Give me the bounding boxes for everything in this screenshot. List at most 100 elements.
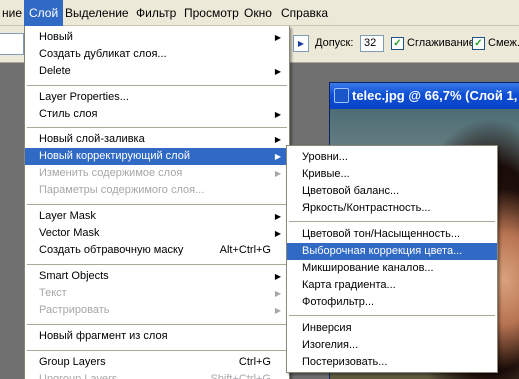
menu-bar: ние Слой Выделение Фильтр Просмотр Окно … — [0, 0, 519, 26]
menu-item-ungroup-layers[interactable]: Ungroup Layers Shift+Ctrl+G — [25, 371, 289, 379]
menu-item-delete[interactable]: Delete ▶ — [25, 63, 289, 80]
menu-item-label: Новый фрагмент из слоя — [39, 330, 168, 342]
document-title-bar[interactable]: telec.jpg @ 66,7% (Слой 1, — [330, 83, 519, 109]
menu-separator — [27, 350, 287, 351]
adjustment-layer-submenu: Уровни... Кривые... Цветовой баланс... Я… — [286, 145, 498, 373]
submenu-item-curves[interactable]: Кривые... — [287, 166, 497, 183]
menu-item-label: Яркость/Контрастность... — [302, 202, 431, 214]
menu-item-layer-properties[interactable]: Layer Properties... — [25, 89, 289, 106]
menu-item-smart-objects[interactable]: Smart Objects ▶ — [25, 268, 289, 285]
menu-item-label: Изогелия... — [302, 339, 359, 351]
menu-filter[interactable]: Фильтр — [131, 0, 181, 26]
antialias-label: Сглаживание — [407, 37, 475, 49]
play-arrow-icon[interactable]: ▶ — [293, 35, 309, 52]
menu-item-layer-style[interactable]: Стиль слоя ▶ — [25, 106, 289, 123]
submenu-item-selective-color[interactable]: Выборочная коррекция цвета... — [287, 243, 497, 260]
menu-item-vector-mask[interactable]: Vector Mask ▶ — [25, 225, 289, 242]
contiguous-label: Смеж.п — [488, 37, 519, 49]
menu-item-label: Цветовой тон/Насыщенность... — [302, 228, 461, 240]
menu-item-label: Параметры содержимого слоя... — [39, 184, 205, 196]
menu-separator — [27, 324, 287, 325]
menu-item-label: Ungroup Layers — [39, 373, 118, 379]
menu-item-type[interactable]: Текст ▶ — [25, 285, 289, 302]
submenu-item-photo-filter[interactable]: Фотофильтр... — [287, 294, 497, 311]
tolerance-label: Допуск: — [315, 37, 354, 49]
menu-item-layer-content-options[interactable]: Параметры содержимого слоя... — [25, 182, 289, 199]
menu-layer[interactable]: Слой — [24, 0, 64, 26]
contiguous-checkbox[interactable]: ✓ — [472, 37, 485, 50]
menu-item-label: Постеризовать... — [302, 356, 388, 368]
menu-item-label: Layer Mask — [39, 210, 96, 222]
menu-item-label: Создать обтравочную маску — [39, 244, 184, 256]
menu-item-group-layers[interactable]: Group Layers Ctrl+G — [25, 354, 289, 371]
tool-preset-field[interactable] — [0, 33, 24, 55]
menu-item-new-fill-layer[interactable]: Новый слой-заливка ▶ — [25, 131, 289, 148]
menu-item-rasterize[interactable]: Растрировать ▶ — [25, 302, 289, 319]
submenu-arrow-icon: ▶ — [274, 33, 281, 42]
submenu-arrow-icon: ▶ — [274, 135, 281, 144]
submenu-item-posterize[interactable]: Постеризовать... — [287, 354, 497, 371]
submenu-arrow-icon: ▶ — [274, 306, 281, 315]
menu-item-label: Новый корректирующий слой — [39, 150, 190, 162]
menu-item-label: Layer Properties... — [39, 91, 129, 103]
submenu-arrow-icon: ▶ — [274, 229, 281, 238]
menu-window[interactable]: Окно — [239, 0, 277, 26]
menu-item-shortcut: Alt+Ctrl+G — [219, 244, 271, 256]
submenu-arrow-icon: ▶ — [274, 110, 281, 119]
menu-view[interactable]: Просмотр — [179, 0, 244, 26]
document-title: telec.jpg @ 66,7% (Слой 1, — [352, 88, 518, 103]
menu-item-label: Выборочная коррекция цвета... — [302, 245, 463, 257]
menu-item-new-layer-based-slice[interactable]: Новый фрагмент из слоя — [25, 328, 289, 345]
menu-item-shortcut: Ctrl+G — [238, 356, 271, 368]
submenu-item-invert[interactable]: Инверсия — [287, 320, 497, 337]
menu-item-label: Стиль слоя — [39, 108, 98, 120]
menu-select[interactable]: Выделение — [60, 0, 134, 26]
menu-item-label: Group Layers — [39, 356, 106, 368]
submenu-arrow-icon: ▶ — [274, 289, 281, 298]
menu-item-new[interactable]: Новый ▶ — [25, 29, 289, 46]
photoshop-document-icon — [334, 88, 349, 103]
menu-edit-partial[interactable]: ние — [0, 0, 27, 26]
menu-separator — [27, 204, 287, 205]
menu-item-label: Растрировать — [39, 304, 110, 316]
submenu-item-brightness-contrast[interactable]: Яркость/Контрастность... — [287, 200, 497, 217]
menu-item-label: Инверсия — [302, 322, 352, 334]
menu-separator — [27, 127, 287, 128]
menu-item-change-layer-content[interactable]: Изменить содержимое слоя ▶ — [25, 165, 289, 182]
menu-item-shortcut: Shift+Ctrl+G — [210, 373, 271, 379]
menu-separator — [27, 264, 287, 265]
submenu-item-channel-mixer[interactable]: Микширование каналов... — [287, 260, 497, 277]
menu-item-label: Новый — [39, 31, 73, 43]
submenu-item-color-balance[interactable]: Цветовой баланс... — [287, 183, 497, 200]
menu-item-label: Vector Mask — [39, 227, 100, 239]
menu-item-duplicate-layer[interactable]: Создать дубликат слоя... — [25, 46, 289, 63]
submenu-item-hue-saturation[interactable]: Цветовой тон/Насыщенность... — [287, 226, 497, 243]
menu-item-create-clipping-mask[interactable]: Создать обтравочную маску Alt+Ctrl+G — [25, 242, 289, 259]
menu-item-label: Новый слой-заливка — [39, 133, 145, 145]
menu-item-new-adjustment-layer[interactable]: Новый корректирующий слой ▶ — [25, 148, 289, 165]
submenu-arrow-icon: ▶ — [274, 169, 281, 178]
tolerance-input[interactable]: 32 — [360, 35, 384, 52]
antialias-checkbox[interactable]: ✓ — [391, 37, 404, 50]
menu-item-label: Фотофильтр... — [302, 296, 375, 308]
menu-item-label: Изменить содержимое слоя — [39, 167, 183, 179]
menu-item-label: Цветовой баланс... — [302, 185, 400, 197]
menu-item-layer-mask[interactable]: Layer Mask ▶ — [25, 208, 289, 225]
submenu-arrow-icon: ▶ — [274, 67, 281, 76]
menu-separator — [289, 221, 495, 222]
submenu-item-gradient-map[interactable]: Карта градиента... — [287, 277, 497, 294]
submenu-item-levels[interactable]: Уровни... — [287, 149, 497, 166]
layer-menu: Новый ▶ Создать дубликат слоя... Delete … — [24, 26, 290, 379]
menu-help[interactable]: Справка — [276, 0, 333, 26]
submenu-item-threshold[interactable]: Изогелия... — [287, 337, 497, 354]
menu-separator — [289, 315, 495, 316]
menu-item-label: Микширование каналов... — [302, 262, 434, 274]
menu-item-label: Кривые... — [302, 168, 350, 180]
menu-item-label: Smart Objects — [39, 270, 109, 282]
menu-item-label: Карта градиента... — [302, 279, 396, 291]
submenu-arrow-icon: ▶ — [274, 272, 281, 281]
menu-item-label: Создать дубликат слоя... — [39, 48, 167, 60]
menu-item-label: Уровни... — [302, 151, 348, 163]
menu-item-label: Delete — [39, 65, 71, 77]
submenu-arrow-icon: ▶ — [274, 212, 281, 221]
